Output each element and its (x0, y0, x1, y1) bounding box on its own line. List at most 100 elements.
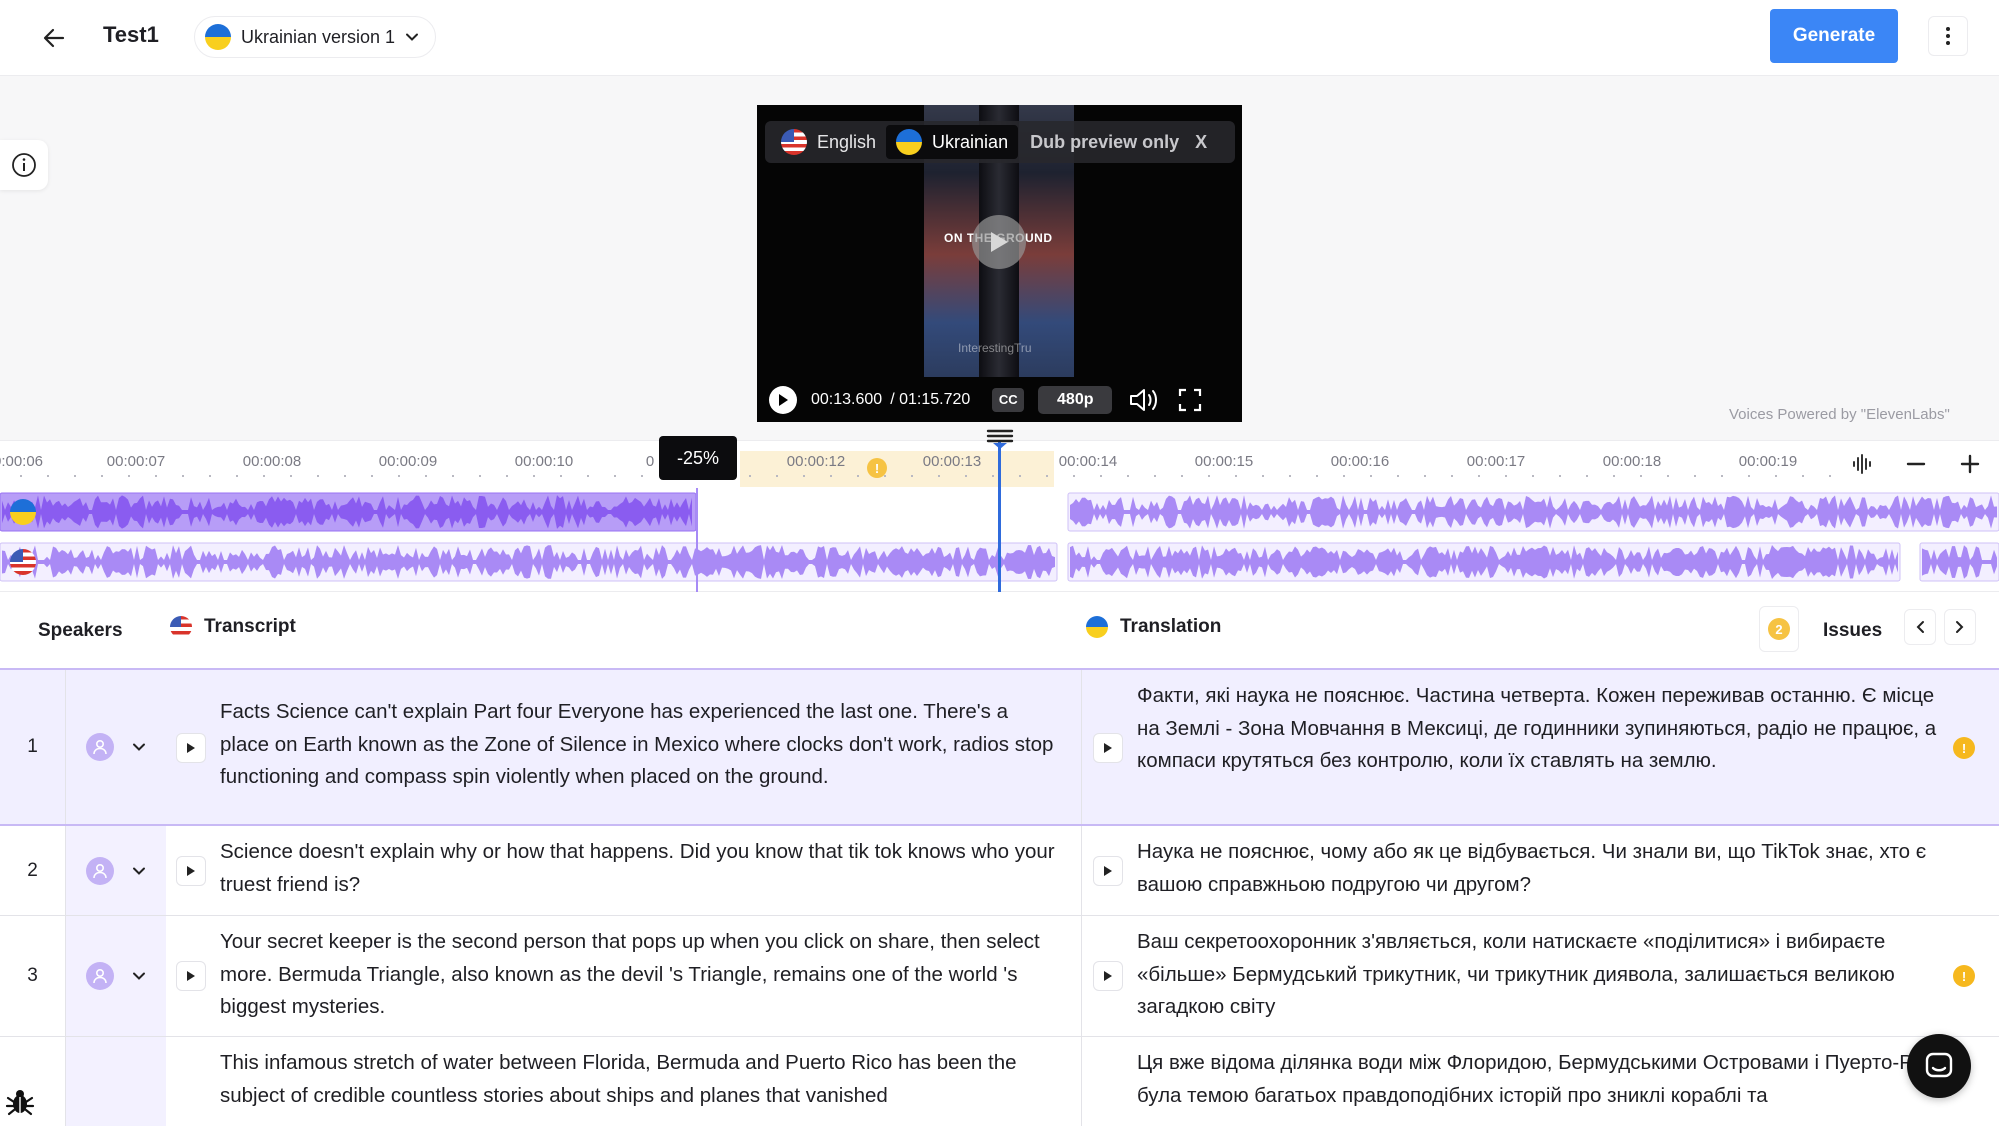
user-icon (93, 739, 107, 755)
transcript-text[interactable]: Facts Science can't explain Part four Ev… (220, 696, 1060, 794)
segment-row[interactable]: This infamous stretch of water between F… (0, 1037, 1999, 1126)
generate-button[interactable]: Generate (1770, 9, 1898, 63)
back-button[interactable] (34, 18, 74, 58)
timeline-tick-label: 00:00:07 (106, 453, 166, 470)
zoom-in-button[interactable] (1952, 446, 1988, 482)
speaker-dropdown-button[interactable] (132, 969, 146, 983)
info-icon (12, 153, 36, 177)
transcript-text[interactable]: Your secret keeper is the second person … (220, 926, 1060, 1024)
us-flag-icon (10, 549, 36, 575)
play-icon (187, 866, 195, 876)
total-time: / 01:15.720 (890, 390, 971, 408)
us-flag-icon (781, 129, 807, 155)
us-flag-icon (170, 616, 192, 638)
translation-text[interactable]: Факти, які наука не пояснює. Частина чет… (1137, 680, 1957, 778)
user-icon (93, 863, 107, 878)
video-center-play-button[interactable] (972, 215, 1026, 269)
video-controls: 00:13.600 / 01:15.720 CC 480p (757, 377, 1242, 422)
ukraine-flag-icon (205, 24, 231, 50)
speaker-selector (66, 916, 166, 1036)
segment-number: 2 (0, 826, 66, 915)
version-dropdown[interactable]: Ukrainian version 1 (194, 16, 437, 58)
translation-column-header: Translation (1086, 616, 1221, 638)
translation-text[interactable]: Наука не пояснює, чому або як це відбува… (1137, 836, 1957, 901)
speaker-avatar[interactable] (86, 856, 114, 885)
play-source-button[interactable] (176, 961, 206, 991)
chat-support-button[interactable] (1907, 1034, 1971, 1098)
playhead-handle[interactable] (986, 429, 1014, 449)
speaker-dropdown-button[interactable] (132, 864, 146, 878)
segment-resize-handle[interactable] (696, 488, 698, 592)
info-button[interactable] (0, 140, 48, 190)
next-issue-button[interactable] (1944, 609, 1976, 645)
segment-row[interactable]: 1 Facts Science can't explain Part four … (0, 670, 1999, 826)
more-options-button[interactable] (1928, 16, 1968, 56)
play-source-button[interactable] (176, 856, 206, 886)
timeline-warning-icon[interactable]: ! (867, 458, 887, 478)
timeline-tick-label: 00:00:15 (1194, 453, 1254, 470)
bug-report-icon[interactable] (4, 1086, 36, 1118)
language-option-english[interactable]: English (771, 125, 886, 159)
chevron-right-icon (1956, 621, 1964, 633)
project-title: Test1 (103, 22, 159, 47)
play-button[interactable] (769, 385, 797, 414)
timeline-tick-label: 00:00:12 (786, 453, 846, 470)
play-source-button[interactable] (176, 733, 206, 763)
segment-row[interactable]: 2 Science doesn't explain why or how tha… (0, 826, 1999, 916)
play-icon (187, 971, 195, 981)
volume-icon (1130, 388, 1158, 411)
play-translation-button[interactable] (1093, 733, 1123, 763)
close-dub-bar-button[interactable]: X (1195, 132, 1207, 153)
timeline-tick-label: 00:00:10 (514, 453, 574, 470)
playhead[interactable] (998, 440, 1001, 592)
waveform-toggle-button[interactable] (1844, 446, 1880, 482)
speaker-avatar[interactable] (86, 733, 114, 761)
translation-text[interactable]: Ваш секретоохоронник з'являється, коли н… (1137, 926, 1957, 1024)
speaker-dropdown-button[interactable] (132, 740, 146, 754)
timeline-tick-label: 00:00:09 (378, 453, 438, 470)
play-icon (991, 232, 1008, 252)
dub-preview-note: Dub preview only (1030, 131, 1180, 152)
timeline-zoom-controls (1844, 446, 1988, 482)
zoom-out-button[interactable] (1898, 446, 1934, 482)
chevron-down-icon (406, 33, 419, 41)
segment-row[interactable]: 3 Your secret keeper is the second perso… (0, 916, 1999, 1037)
play-icon (1104, 866, 1112, 876)
play-translation-button[interactable] (1093, 856, 1123, 886)
minus-icon (1906, 462, 1926, 466)
timeline-tick-label: 00:00:08 (242, 453, 302, 470)
transcript-text[interactable]: Science doesn't explain why or how that … (220, 836, 1060, 901)
back-arrow-icon (43, 28, 65, 48)
warning-icon[interactable]: ! (1953, 965, 1975, 987)
fullscreen-button[interactable] (1178, 388, 1202, 412)
timeline-tick-label: 00:00:19 (1738, 453, 1798, 470)
timeline-tick-label: 0 (645, 453, 655, 470)
transcript-text[interactable]: This infamous stretch of water between F… (220, 1047, 1060, 1112)
speaker-avatar[interactable] (86, 962, 114, 990)
translation-text[interactable]: Ця вже відома ділянка води між Флоридою,… (1137, 1047, 1957, 1112)
quality-button[interactable]: 480p (1038, 385, 1113, 414)
speaker-selector (66, 670, 166, 824)
transcript-column-header: Transcript (170, 616, 296, 638)
segment-number: 1 (0, 670, 66, 824)
segments-header: Speakers Transcript Translation 2 Issues (0, 592, 1999, 670)
dub-language-bar: English Ukrainian Dub preview only X (765, 121, 1235, 163)
plus-icon (1960, 454, 1980, 474)
ukraine-flag-icon (896, 129, 923, 155)
volume-button[interactable] (1128, 387, 1162, 413)
warning-icon[interactable]: ! (1953, 737, 1975, 759)
video-watermark: InterestingTru (958, 341, 1032, 355)
segments-list: 1 Facts Science can't explain Part four … (0, 670, 1999, 1126)
previous-issue-button[interactable] (1904, 609, 1936, 645)
language-option-ukrainian[interactable]: Ukrainian (886, 125, 1019, 159)
fullscreen-icon (1179, 388, 1202, 411)
segment-number: 3 (0, 916, 66, 1036)
speaker-selector (66, 1037, 166, 1126)
timeline-tick-label: 00:00:17 (1466, 453, 1526, 470)
captions-button[interactable]: CC (992, 387, 1025, 412)
play-translation-button[interactable] (1093, 961, 1123, 991)
issues-count-badge[interactable]: 2 (1759, 606, 1799, 652)
video-player[interactable]: ON THE GROUND InterestingTru English Ukr… (757, 105, 1242, 422)
speed-change-tooltip: -25% (659, 436, 737, 480)
top-bar: Test1 Ukrainian version 1 Generate (0, 0, 1999, 76)
